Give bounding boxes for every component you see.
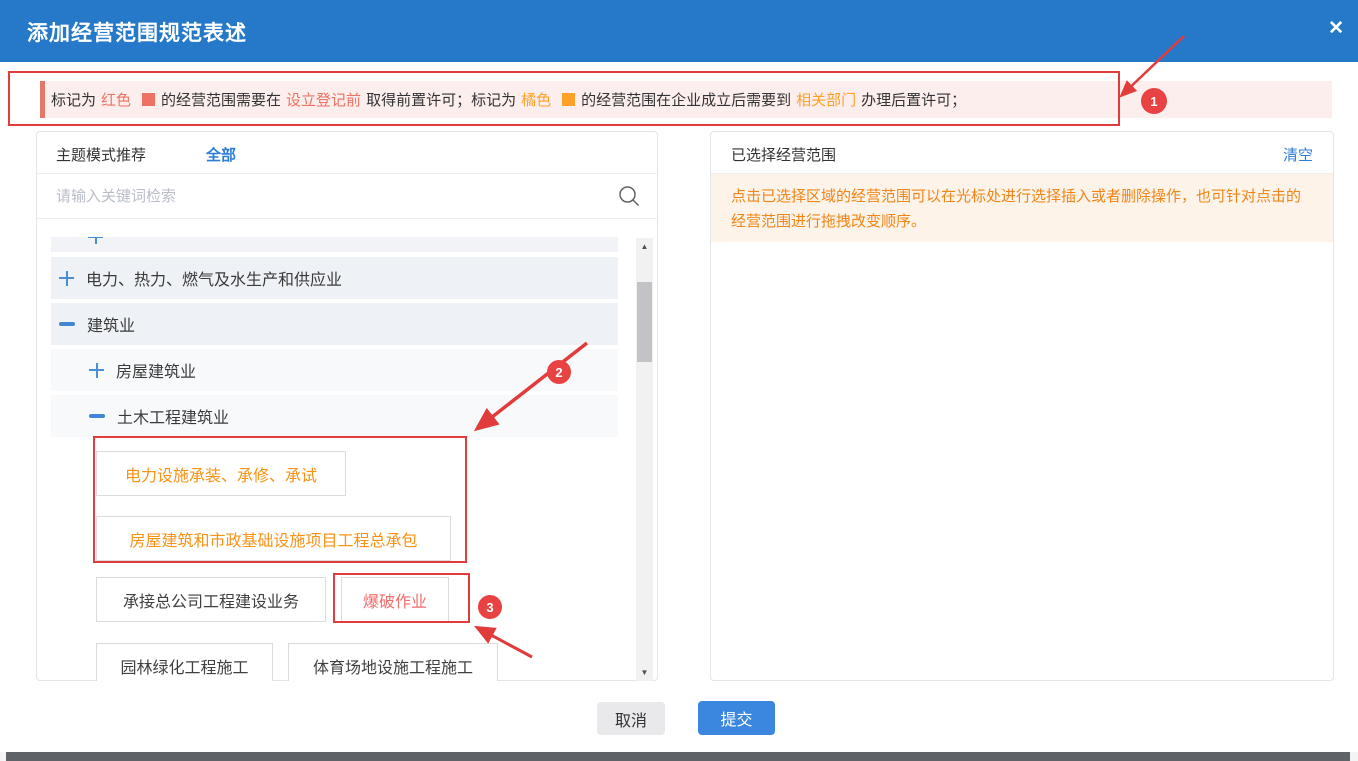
expand-icon[interactable] (88, 237, 103, 244)
scope-chip-head-office-projects[interactable]: 承接总公司工程建设业务 (96, 577, 326, 622)
annotation-circle-3: 3 (478, 595, 502, 619)
notice-red-word: 红色 (101, 89, 131, 110)
category-tree: 电力、热力、燃气及水生产和供应业 建筑业 房屋建筑业 土木工程建筑业 电力设施承… (37, 237, 657, 681)
tab-all[interactable]: 全部 (206, 144, 236, 165)
close-icon[interactable]: ✕ (1328, 19, 1344, 38)
annotation-circle-1: 1 (1141, 88, 1167, 114)
scroll-up-icon[interactable]: ▲ (636, 238, 653, 255)
business-scope-picker-panel: 主题模式推荐 全部 电力、热力、燃气及水生产和供应业 建筑业 房屋建筑业 (36, 131, 658, 681)
search-input[interactable] (56, 174, 596, 218)
page-title: 添加经营范围规范表述 (27, 17, 247, 47)
scrollbar-track[interactable]: ▲ ▼ (636, 238, 653, 681)
tree-row-construction[interactable]: 建筑业 (51, 303, 618, 345)
notice-text: 取得前置许可；标记为 (366, 89, 516, 110)
tree-row-label: 建筑业 (87, 312, 135, 336)
horizontal-scrollbar-thumb[interactable] (6, 752, 1350, 761)
tree-row-label: 房屋建筑业 (116, 358, 196, 382)
tree-row-civil-engineering[interactable]: 土木工程建筑业 (51, 395, 618, 437)
tab-theme-recommend[interactable]: 主题模式推荐 (56, 144, 146, 165)
expand-icon[interactable] (59, 271, 74, 286)
selected-panel-hint: 点击已选择区域的经营范围可以在光标处进行选择插入或者删除操作，也可针对点击的经营… (711, 174, 1333, 242)
scope-chip-landscaping[interactable]: 园林绿化工程施工 (96, 643, 273, 681)
notice-pre-register-word: 设立登记前 (286, 89, 361, 110)
search-bar (37, 174, 657, 219)
clear-button[interactable]: 清空 (1283, 144, 1313, 165)
scope-chip-blasting[interactable]: 爆破作业 (341, 577, 449, 622)
notice-text: 办理后置许可； (861, 89, 966, 110)
orange-square-icon (562, 93, 575, 106)
license-notice-bar: 标记为 红色 的经营范围需要在 设立登记前 取得前置许可；标记为 橘色 的经营范… (40, 81, 1332, 118)
red-square-icon (142, 93, 155, 106)
scope-chip-sports-facilities[interactable]: 体育场地设施工程施工 (288, 643, 498, 681)
selected-panel-title: 已选择经营范围 (731, 144, 836, 165)
cancel-button[interactable]: 取消 (597, 702, 665, 735)
scroll-down-icon[interactable]: ▼ (636, 664, 653, 681)
tree-row-clipped[interactable] (51, 237, 618, 252)
selected-scope-panel: 已选择经营范围 清空 点击已选择区域的经营范围可以在光标处进行选择插入或者删除操… (710, 131, 1334, 681)
search-icon[interactable] (617, 184, 641, 213)
tree-row-label: 电力、热力、燃气及水生产和供应业 (86, 266, 342, 290)
scope-chip-general-contracting[interactable]: 房屋建筑和市政基础设施项目工程总承包 (96, 516, 451, 561)
submit-button[interactable]: 提交 (698, 701, 775, 735)
scrollbar-thumb[interactable] (637, 282, 652, 362)
tree-row-power-supply[interactable]: 电力、热力、燃气及水生产和供应业 (51, 257, 618, 299)
collapse-icon[interactable] (89, 414, 105, 418)
tree-row-label: 土木工程建筑业 (117, 404, 229, 428)
modal-header: 添加经营范围规范表述 ✕ (0, 0, 1358, 62)
annotation-circle-2: 2 (547, 360, 571, 384)
notice-text: 的经营范围在企业成立后需要到 (581, 89, 791, 110)
tree-row-house-construction[interactable]: 房屋建筑业 (51, 349, 618, 391)
expand-icon[interactable] (89, 363, 104, 378)
notice-orange-word: 橘色 (521, 89, 551, 110)
notice-text: 的经营范围需要在 (161, 89, 281, 110)
notice-dept-word: 相关部门 (796, 89, 856, 110)
tab-bar: 主题模式推荐 全部 (37, 132, 657, 174)
scope-chip-electric-installation[interactable]: 电力设施承装、承修、承试 (96, 451, 346, 496)
collapse-icon[interactable] (59, 322, 75, 326)
selected-panel-header: 已选择经营范围 清空 (711, 132, 1333, 174)
notice-text: 标记为 (51, 89, 96, 110)
